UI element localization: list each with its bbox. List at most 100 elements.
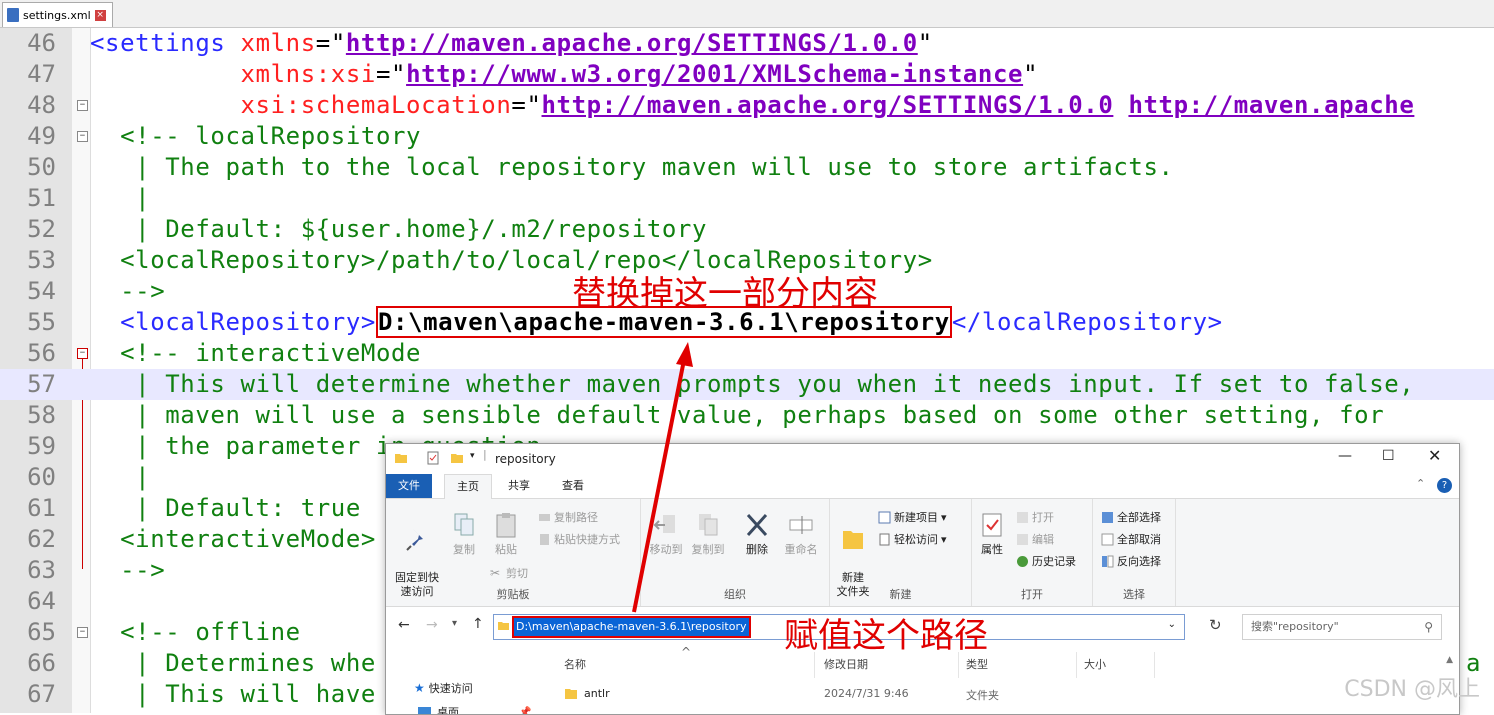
close-icon[interactable]: ✕ xyxy=(1428,446,1441,465)
chevron-up-icon[interactable]: ⌃ xyxy=(1416,477,1425,490)
xml-comment: | The path to the local repository maven… xyxy=(135,153,1173,181)
forward-arrow-icon[interactable]: → xyxy=(426,617,438,633)
new-item-button[interactable]: 新建项目▾ xyxy=(878,509,947,525)
line-number: 48 xyxy=(0,90,56,121)
tab-home[interactable]: 主页 xyxy=(444,474,492,499)
select-none-button[interactable]: 全部取消 xyxy=(1101,531,1161,547)
properties-button[interactable]: 属性 xyxy=(976,511,1008,557)
xml-comment: | Determines whe xyxy=(135,649,376,677)
xml-link[interactable]: http://maven.apache xyxy=(1128,91,1414,119)
chevron-down-icon[interactable]: ⌄ xyxy=(1168,619,1176,630)
xml-eq: =" xyxy=(511,91,541,119)
search-box[interactable]: 搜索"repository" ⚲ xyxy=(1242,614,1442,640)
pin-icon: 📌 xyxy=(519,707,531,715)
tab-settings-xml[interactable]: settings.xml × xyxy=(2,2,113,27)
recent-locations-icon[interactable]: ▾ xyxy=(452,618,457,629)
line-number: 59 xyxy=(0,431,56,462)
help-icon[interactable]: ? xyxy=(1437,478,1452,493)
rename-icon xyxy=(788,511,814,539)
cut-button[interactable]: ✂ 剪切 xyxy=(490,565,528,581)
maximize-icon[interactable]: ☐ xyxy=(1382,448,1395,464)
xml-comment: <!-- interactiveMode xyxy=(120,339,421,367)
address-path[interactable]: D:\maven\apache-maven-3.6.1\repository xyxy=(512,616,751,638)
select-all-button[interactable]: 全部选择 xyxy=(1101,509,1161,525)
minimize-icon[interactable]: — xyxy=(1338,448,1352,464)
search-icon: ⚲ xyxy=(1424,615,1433,639)
quick-access-label: 快速访问 xyxy=(429,680,473,696)
code-line: 56 − <!-- interactiveMode xyxy=(0,338,1494,369)
copy-to-label: 复制到 xyxy=(692,543,725,556)
scroll-up-icon[interactable]: ▲ xyxy=(1446,655,1453,665)
fold-toggle-icon[interactable]: − xyxy=(77,131,88,142)
code-line: 58 | maven will use a sensible default v… xyxy=(0,400,1494,431)
organize-group-label: 组织 xyxy=(641,586,829,602)
open-label: 打开 xyxy=(1032,509,1054,525)
copy-path-button[interactable]: 复制路径 xyxy=(538,509,598,525)
xml-comment: <interactiveMode> xyxy=(120,525,376,553)
invert-selection-label: 反向选择 xyxy=(1117,553,1161,569)
open-button[interactable]: 打开 xyxy=(1016,509,1054,525)
line-number: 54 xyxy=(0,276,56,307)
up-arrow-icon[interactable]: ↑ xyxy=(472,616,484,632)
xml-comment: --> xyxy=(120,556,165,584)
tab-share[interactable]: 共享 xyxy=(496,474,542,498)
line-number: 47 xyxy=(0,59,56,90)
fold-toggle-icon[interactable]: − xyxy=(77,627,88,638)
new-folder-icon[interactable] xyxy=(450,451,464,465)
desktop-item[interactable]: 桌面 📌 xyxy=(418,704,531,715)
delete-button[interactable]: 删除 xyxy=(739,511,775,557)
easy-access-button[interactable]: 轻松访问▾ xyxy=(878,531,947,547)
quick-access-item[interactable]: ★ 快速访问 xyxy=(414,680,473,696)
refresh-icon[interactable]: ↻ xyxy=(1209,616,1222,634)
fold-toggle-icon[interactable]: − xyxy=(77,100,88,111)
chevron-down-icon[interactable]: ▾ xyxy=(470,451,475,461)
invert-selection-button[interactable]: 反向选择 xyxy=(1101,553,1161,569)
edit-button[interactable]: 编辑 xyxy=(1016,531,1054,547)
code-line: 48 − xsi:schemaLocation="http://maven.ap… xyxy=(0,90,1494,121)
new-item-icon xyxy=(878,511,891,524)
search-placeholder: 搜索"repository" xyxy=(1251,615,1339,639)
line-number: 56 xyxy=(0,338,56,369)
history-icon xyxy=(1016,555,1029,568)
file-row[interactable]: antlr 2024/7/31 9:46 文件夹 xyxy=(546,684,1456,706)
select-none-icon xyxy=(1101,533,1114,546)
line-number: 52 xyxy=(0,214,56,245)
fold-toggle-icon[interactable]: − xyxy=(77,348,88,359)
xml-link[interactable]: http://www.w3.org/2001/XMLSchema-instanc… xyxy=(406,60,1023,88)
history-button[interactable]: 历史记录 xyxy=(1016,553,1076,569)
column-name[interactable]: 名称 xyxy=(558,652,815,678)
copy-button[interactable]: 复制 xyxy=(446,511,482,557)
rename-label: 重命名 xyxy=(785,543,818,556)
rename-button[interactable]: 重命名 xyxy=(779,511,823,557)
xml-link[interactable]: http://maven.apache.org/SETTINGS/1.0.0 xyxy=(346,29,918,57)
paste-icon xyxy=(493,511,519,539)
column-size[interactable]: 大小 xyxy=(1078,652,1155,678)
copy-path-label: 复制路径 xyxy=(554,509,598,525)
copy-path-icon xyxy=(538,511,551,524)
close-icon[interactable]: × xyxy=(95,10,106,21)
new-group: 新建 文件夹 新建项目▾ 轻松访问▾ 新建 xyxy=(830,499,972,606)
file-icon xyxy=(7,8,19,22)
line-number: 64 xyxy=(0,586,56,617)
delete-label: 删除 xyxy=(746,543,768,556)
line-number: 60 xyxy=(0,462,56,493)
line-number: 55 xyxy=(0,307,56,338)
move-to-button[interactable]: 移动到 xyxy=(647,511,685,557)
xml-comment: --> xyxy=(120,277,165,305)
xml-eq: =" xyxy=(376,60,406,88)
line-number: 46 xyxy=(0,28,56,59)
tab-view[interactable]: 查看 xyxy=(550,474,596,498)
xml-eq: =" xyxy=(316,29,346,57)
paste-button[interactable]: 粘贴 xyxy=(488,511,524,557)
paste-shortcut-label: 粘贴快捷方式 xyxy=(554,531,620,547)
tab-file[interactable]: 文件 xyxy=(386,474,432,498)
select-none-label: 全部取消 xyxy=(1117,531,1161,547)
paste-shortcut-button[interactable]: 粘贴快捷方式 xyxy=(538,531,620,547)
copy-to-button[interactable]: 复制到 xyxy=(689,511,727,557)
tab-label: settings.xml xyxy=(23,9,91,22)
xml-link[interactable]: http://maven.apache.org/SETTINGS/1.0.0 xyxy=(542,91,1114,119)
back-arrow-icon[interactable]: ← xyxy=(398,617,410,633)
pin-icon xyxy=(404,525,430,553)
select-group: 全部选择 全部取消 反向选择 选择 xyxy=(1093,499,1176,606)
properties-icon[interactable] xyxy=(426,451,440,465)
